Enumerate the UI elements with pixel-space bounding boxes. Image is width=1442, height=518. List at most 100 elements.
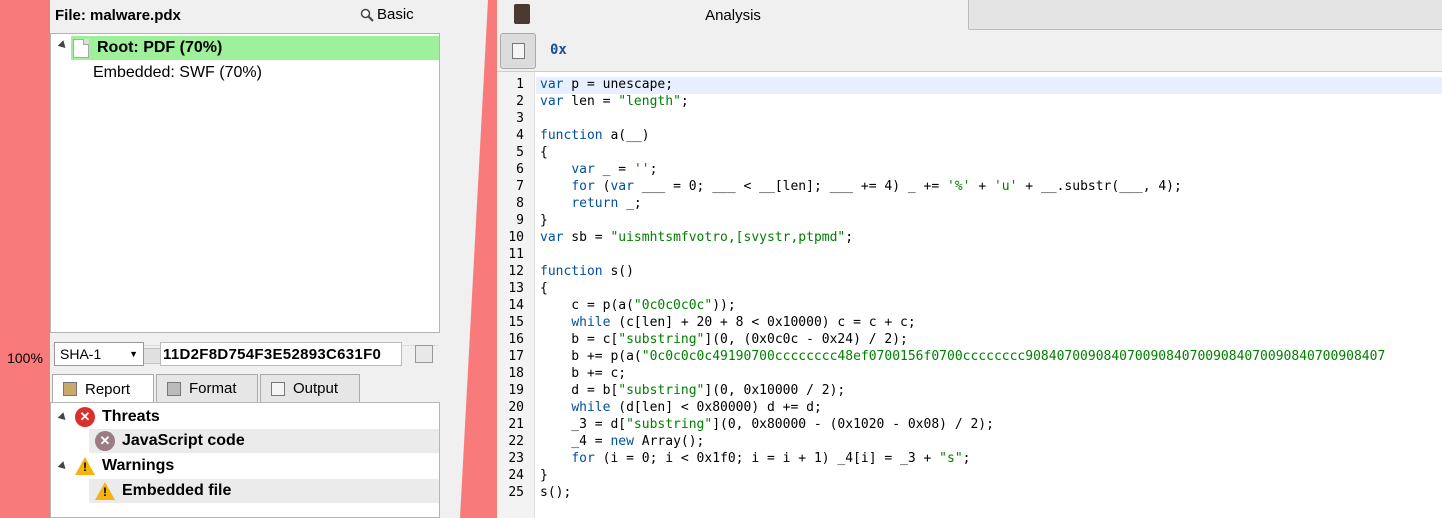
error-icon: ✕ (95, 431, 115, 451)
tree-item-embedded[interactable]: Embedded: SWF (70%) (93, 61, 262, 85)
line-number: 18 (508, 366, 524, 381)
magnifier-icon (360, 8, 374, 22)
document-icon (512, 43, 525, 59)
tab-report-label: Report (85, 380, 131, 398)
code-line: c = p(a("0c0c0c0c")); (540, 298, 736, 313)
tree-expand-icon[interactable] (57, 411, 69, 423)
code-line: { (540, 145, 548, 160)
threat-item[interactable]: ✕ JavaScript code (89, 429, 439, 453)
zoom-level: 100% (7, 350, 43, 366)
file-name-label: File: malware.pdx (55, 7, 181, 24)
database-icon (167, 381, 181, 396)
line-number: 17 (508, 349, 524, 364)
tab-analysis[interactable]: Analysis (497, 0, 969, 30)
code-line: d = b["substring"](0, 0x10000 / 2); (540, 383, 846, 398)
hex-view-button[interactable]: 0x (550, 42, 567, 58)
code-line: } (540, 468, 548, 483)
warnings-label: Warnings (102, 457, 175, 474)
line-number: 19 (508, 383, 524, 398)
line-number: 8 (516, 196, 524, 211)
line-number: 24 (508, 468, 524, 483)
tree-item-embedded-label: Embedded: SWF (70%) (93, 64, 262, 81)
tab-output-label: Output (293, 380, 339, 397)
code-line: function s() (540, 264, 634, 279)
line-number: 1 (516, 77, 524, 92)
tab-output[interactable]: Output (260, 374, 360, 402)
report-panel: ✕ Threats ✕ JavaScript code Warnings Emb… (50, 402, 440, 518)
tree-item-root-label: Root: PDF (70%) (97, 39, 223, 56)
clipboard-icon (63, 382, 77, 396)
basic-view-button[interactable]: Basic (360, 6, 414, 23)
left-pane: File: malware.pdx Basic Root: PDF (70%) … (50, 0, 445, 518)
tab-strip-empty (969, 0, 1442, 30)
line-number-gutter: 1 2 3 4 5 6 7 8 9 10 11 12 13 14 15 16 17 18 19 20 21 22 23 24 2… (497, 72, 535, 518)
line-number: 4 (516, 128, 524, 143)
text-document-icon (271, 381, 285, 396)
code-line: _3 = d["substring"](0, 0x80000 - (0x1020… (540, 417, 994, 432)
code-line: { (540, 281, 548, 296)
copy-icon[interactable] (415, 345, 433, 363)
code-line: b += p(a("0c0c0c0c49190700cccccccc48ef07… (540, 349, 1386, 364)
error-icon: ✕ (75, 407, 95, 427)
line-number: 9 (516, 213, 524, 228)
right-pane: Analysis 0x 1 2 3 4 5 6 7 8 9 10 11 12 13 14 15 16 17 18 1… (497, 0, 1442, 518)
tree-expand-icon[interactable] (57, 40, 69, 51)
threat-item-label: JavaScript code (122, 432, 245, 449)
code-line: for (var ___ = 0; ___ < __[len]; ___ += … (571, 179, 1182, 194)
threats-group[interactable]: ✕ Threats (57, 405, 160, 429)
line-number: 21 (508, 417, 524, 432)
analysis-toolbar: 0x (497, 30, 1442, 72)
code-line: while (c[len] + 20 + 8 < 0x10000) c = c … (571, 315, 916, 330)
warnings-group[interactable]: Warnings (57, 454, 175, 478)
hash-algorithm-select[interactable]: SHA-1 ▼ (54, 342, 144, 366)
code-line: b = c["substring"](0, (0x0c0c - 0x24) / … (540, 332, 908, 347)
code-line: } (540, 213, 548, 228)
code-editor[interactable]: 1 2 3 4 5 6 7 8 9 10 11 12 13 14 15 16 17 18 19 20 21 22 23 24 2… (497, 72, 1442, 518)
code-line: return _; (571, 196, 642, 211)
code-line: function a(__) (540, 128, 650, 143)
warning-icon (95, 482, 115, 500)
text-view-button[interactable] (500, 33, 536, 69)
hash-row: SHA-1 ▼ 11D2F8D754F3E52893C631F0 (50, 341, 445, 367)
line-number: 20 (508, 400, 524, 415)
threats-label: Threats (102, 408, 160, 425)
file-tree: Root: PDF (70%) Embedded: SWF (70%) ◀ ||… (50, 33, 440, 365)
line-number: 2 (516, 94, 524, 109)
chevron-down-icon: ▼ (129, 349, 138, 359)
line-number: 3 (516, 111, 524, 126)
line-number: 16 (508, 332, 524, 347)
hash-value-field[interactable]: 11D2F8D754F3E52893C631F0 (160, 342, 402, 366)
left-tabs: Report Format Output (50, 374, 445, 403)
code-line: var p = unescape; (540, 77, 674, 92)
code-line: s(); (540, 485, 572, 500)
line-number: 13 (508, 281, 524, 296)
line-number: 10 (508, 230, 524, 245)
zoom-rail (0, 0, 50, 518)
warning-item[interactable]: Embedded file (89, 479, 439, 503)
line-number: 25 (508, 485, 524, 500)
pane-splitter[interactable] (440, 0, 500, 518)
code-line: var len = "length"; (540, 94, 689, 109)
tab-report[interactable]: Report (52, 374, 154, 403)
tab-format-label: Format (189, 380, 237, 397)
line-number: 14 (508, 298, 524, 313)
tree-item-root[interactable]: Root: PDF (70%) (71, 36, 439, 60)
line-number: 6 (516, 162, 524, 177)
hash-algorithm-value: SHA-1 (60, 346, 102, 362)
code-line: while (d[len] < 0x80000) d += d; (571, 400, 822, 415)
basic-view-label: Basic (377, 6, 414, 23)
tree-expand-icon[interactable] (57, 460, 69, 472)
warning-item-label: Embedded file (122, 482, 232, 499)
document-icon (73, 38, 89, 58)
code-line: for (i = 0; i < 0x1f0; i = i + 1) _4[i] … (571, 451, 971, 466)
code-line: var sb = "uismhtsmfvotro,[svystr,ptpmd"; (540, 230, 854, 245)
tab-analysis-label: Analysis (705, 7, 761, 24)
line-number: 22 (508, 434, 524, 449)
line-number: 7 (516, 179, 524, 194)
line-number: 11 (508, 247, 524, 262)
line-number: 5 (516, 145, 524, 160)
code-line: b += c; (540, 366, 627, 381)
tab-format[interactable]: Format (156, 374, 258, 402)
code-line: var _ = ''; (571, 162, 658, 177)
code-line: _4 = new Array(); (540, 434, 705, 449)
